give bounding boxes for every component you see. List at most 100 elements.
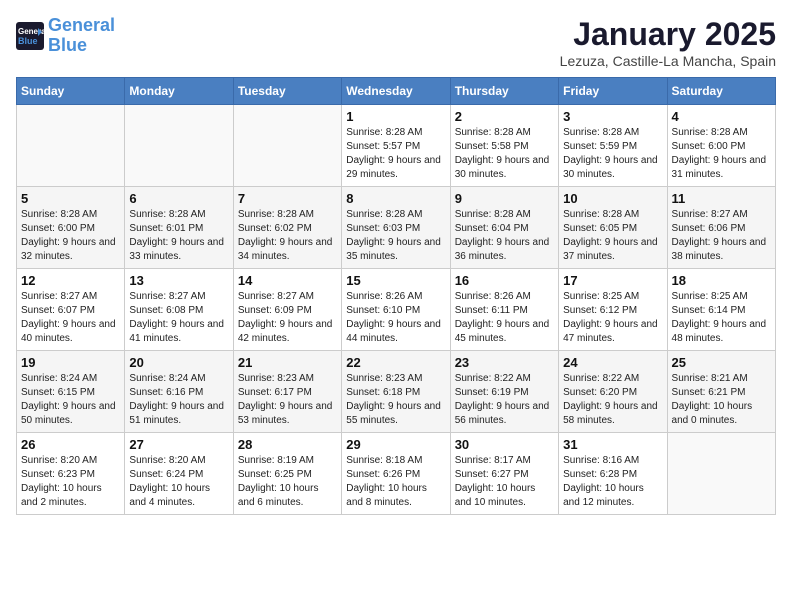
calendar-cell (17, 105, 125, 187)
day-info: Sunrise: 8:27 AM Sunset: 6:07 PM Dayligh… (21, 290, 120, 346)
calendar-subtitle: Lezuza, Castille-La Mancha, Spain (560, 53, 776, 69)
logo-line2: Blue (48, 35, 87, 55)
calendar-table: SundayMondayTuesdayWednesdayThursdayFrid… (16, 77, 776, 515)
day-number: 1 (346, 109, 445, 124)
day-number: 28 (238, 437, 337, 452)
day-number: 9 (455, 191, 554, 206)
day-number: 4 (672, 109, 771, 124)
calendar-cell: 27 Sunrise: 8:20 AM Sunset: 6:24 PM Dayli… (125, 433, 233, 515)
day-number: 24 (563, 355, 662, 370)
calendar-cell: 30Sunrise: 8:17 AM Sunset: 6:27 PM Dayli… (450, 433, 558, 515)
calendar-cell: 14 Sunrise: 8:27 AM Sunset: 6:09 PM Dayli… (233, 269, 341, 351)
day-info: Sunrise: 8:28 AM Sunset: 6:00 PM Dayligh… (672, 126, 771, 182)
day-info: Sunrise: 8:24 AM Sunset: 6:15 PM Dayligh… (21, 372, 120, 428)
logo-icon: General Blue (16, 22, 44, 50)
day-info: Sunrise: 8:25 AM Sunset: 6:12 PM Dayligh… (563, 290, 662, 346)
day-info: Sunrise: 8:26 AM Sunset: 6:11 PM Dayligh… (455, 290, 554, 346)
day-info: Sunrise: 8:28 AM Sunset: 6:02 PM Dayligh… (238, 208, 337, 264)
calendar-cell: 4 Sunrise: 8:28 AM Sunset: 6:00 PM Daylig… (667, 105, 775, 187)
day-number: 21 (238, 355, 337, 370)
calendar-cell (233, 105, 341, 187)
weekday-header-wednesday: Wednesday (342, 78, 450, 105)
day-number: 10 (563, 191, 662, 206)
weekday-header-tuesday: Tuesday (233, 78, 341, 105)
day-info: Sunrise: 8:28 AM Sunset: 5:58 PM Dayligh… (455, 126, 554, 182)
calendar-cell: 26Sunrise: 8:20 AM Sunset: 6:23 PM Dayli… (17, 433, 125, 515)
logo-text: General Blue (48, 16, 115, 56)
calendar-cell: 11Sunrise: 8:27 AM Sunset: 6:06 PM Dayli… (667, 187, 775, 269)
day-number: 18 (672, 273, 771, 288)
day-number: 3 (563, 109, 662, 124)
weekday-header-monday: Monday (125, 78, 233, 105)
week-row-5: 26Sunrise: 8:20 AM Sunset: 6:23 PM Dayli… (17, 433, 776, 515)
day-number: 19 (21, 355, 120, 370)
calendar-cell (667, 433, 775, 515)
day-number: 12 (21, 273, 120, 288)
day-number: 16 (455, 273, 554, 288)
calendar-cell: 7 Sunrise: 8:28 AM Sunset: 6:02 PM Daylig… (233, 187, 341, 269)
day-info: Sunrise: 8:17 AM Sunset: 6:27 PM Dayligh… (455, 454, 554, 510)
day-number: 13 (129, 273, 228, 288)
day-info: Sunrise: 8:23 AM Sunset: 6:18 PM Dayligh… (346, 372, 445, 428)
day-info: Sunrise: 8:25 AM Sunset: 6:14 PM Dayligh… (672, 290, 771, 346)
day-info: Sunrise: 8:28 AM Sunset: 6:00 PM Dayligh… (21, 208, 120, 264)
week-row-4: 19 Sunrise: 8:24 AM Sunset: 6:15 PM Dayli… (17, 351, 776, 433)
day-number: 27 (129, 437, 228, 452)
day-number: 15 (346, 273, 445, 288)
logo-line1: General (48, 15, 115, 35)
calendar-cell: 23 Sunrise: 8:22 AM Sunset: 6:19 PM Dayli… (450, 351, 558, 433)
svg-text:Blue: Blue (18, 36, 38, 46)
calendar-cell: 12 Sunrise: 8:27 AM Sunset: 6:07 PM Dayli… (17, 269, 125, 351)
calendar-title: January 2025 (560, 16, 776, 53)
calendar-cell: 5 Sunrise: 8:28 AM Sunset: 6:00 PM Daylig… (17, 187, 125, 269)
week-row-1: 1 Sunrise: 8:28 AM Sunset: 5:57 PM Daylig… (17, 105, 776, 187)
week-row-3: 12 Sunrise: 8:27 AM Sunset: 6:07 PM Dayli… (17, 269, 776, 351)
day-info: Sunrise: 8:28 AM Sunset: 5:57 PM Dayligh… (346, 126, 445, 182)
calendar-cell: 10 Sunrise: 8:28 AM Sunset: 6:05 PM Dayli… (559, 187, 667, 269)
day-info: Sunrise: 8:24 AM Sunset: 6:16 PM Dayligh… (129, 372, 228, 428)
day-info: Sunrise: 8:28 AM Sunset: 5:59 PM Dayligh… (563, 126, 662, 182)
day-number: 23 (455, 355, 554, 370)
day-info: Sunrise: 8:28 AM Sunset: 6:05 PM Dayligh… (563, 208, 662, 264)
calendar-cell: 8 Sunrise: 8:28 AM Sunset: 6:03 PM Daylig… (342, 187, 450, 269)
day-info: Sunrise: 8:22 AM Sunset: 6:19 PM Dayligh… (455, 372, 554, 428)
day-info: Sunrise: 8:20 AM Sunset: 6:23 PM Dayligh… (21, 454, 120, 510)
day-number: 20 (129, 355, 228, 370)
calendar-cell: 15Sunrise: 8:26 AM Sunset: 6:10 PM Dayli… (342, 269, 450, 351)
day-number: 5 (21, 191, 120, 206)
calendar-cell: 24 Sunrise: 8:22 AM Sunset: 6:20 PM Dayli… (559, 351, 667, 433)
calendar-cell: 6Sunrise: 8:28 AM Sunset: 6:01 PM Daylig… (125, 187, 233, 269)
calendar-cell: 16 Sunrise: 8:26 AM Sunset: 6:11 PM Dayli… (450, 269, 558, 351)
day-number: 25 (672, 355, 771, 370)
day-info: Sunrise: 8:27 AM Sunset: 6:06 PM Dayligh… (672, 208, 771, 264)
day-info: Sunrise: 8:19 AM Sunset: 6:25 PM Dayligh… (238, 454, 337, 510)
calendar-cell: 9Sunrise: 8:28 AM Sunset: 6:04 PM Daylig… (450, 187, 558, 269)
day-info: Sunrise: 8:16 AM Sunset: 6:28 PM Dayligh… (563, 454, 662, 510)
day-number: 8 (346, 191, 445, 206)
calendar-cell: 2 Sunrise: 8:28 AM Sunset: 5:58 PM Daylig… (450, 105, 558, 187)
weekday-header-thursday: Thursday (450, 78, 558, 105)
day-number: 2 (455, 109, 554, 124)
calendar-cell: 19 Sunrise: 8:24 AM Sunset: 6:15 PM Dayli… (17, 351, 125, 433)
weekday-header-sunday: Sunday (17, 78, 125, 105)
calendar-cell: 17Sunrise: 8:25 AM Sunset: 6:12 PM Dayli… (559, 269, 667, 351)
day-info: Sunrise: 8:20 AM Sunset: 6:24 PM Dayligh… (129, 454, 228, 510)
calendar-cell: 13 Sunrise: 8:27 AM Sunset: 6:08 PM Dayli… (125, 269, 233, 351)
day-info: Sunrise: 8:22 AM Sunset: 6:20 PM Dayligh… (563, 372, 662, 428)
calendar-cell: 21 Sunrise: 8:23 AM Sunset: 6:17 PM Dayli… (233, 351, 341, 433)
calendar-cell: 18 Sunrise: 8:25 AM Sunset: 6:14 PM Dayli… (667, 269, 775, 351)
day-info: Sunrise: 8:27 AM Sunset: 6:08 PM Dayligh… (129, 290, 228, 346)
day-info: Sunrise: 8:28 AM Sunset: 6:03 PM Dayligh… (346, 208, 445, 264)
day-number: 31 (563, 437, 662, 452)
day-number: 6 (129, 191, 228, 206)
day-number: 7 (238, 191, 337, 206)
calendar-cell (125, 105, 233, 187)
day-info: Sunrise: 8:21 AM Sunset: 6:21 PM Dayligh… (672, 372, 771, 428)
logo: General Blue General Blue (16, 16, 115, 56)
calendar-cell: 29Sunrise: 8:18 AM Sunset: 6:26 PM Dayli… (342, 433, 450, 515)
title-area: January 2025 Lezuza, Castille-La Mancha,… (560, 16, 776, 69)
day-number: 14 (238, 273, 337, 288)
day-info: Sunrise: 8:27 AM Sunset: 6:09 PM Dayligh… (238, 290, 337, 346)
day-info: Sunrise: 8:23 AM Sunset: 6:17 PM Dayligh… (238, 372, 337, 428)
calendar-cell: 31 Sunrise: 8:16 AM Sunset: 6:28 PM Dayli… (559, 433, 667, 515)
